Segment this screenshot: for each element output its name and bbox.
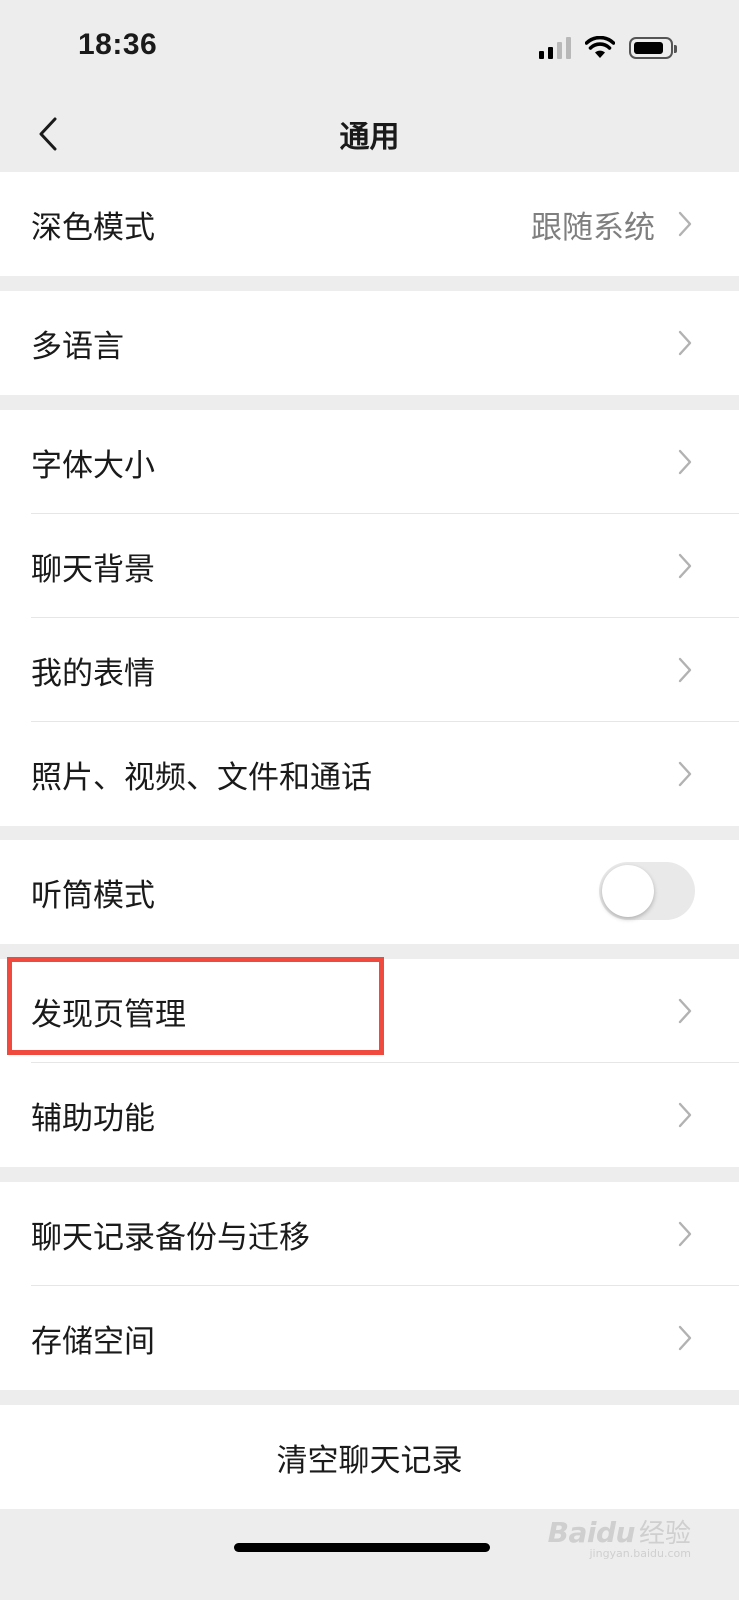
chevron-right-icon	[677, 210, 693, 238]
baidu-watermark: Baidu 经验 jingyan.baidu.com	[547, 1513, 691, 1560]
status-icons	[539, 36, 677, 60]
section-storage: 聊天记录备份与迁移 存储空间	[0, 1182, 739, 1390]
watermark-brand: Baidu	[547, 1516, 636, 1549]
chevron-right-icon	[677, 1220, 693, 1248]
row-label: 辅助功能	[31, 1100, 155, 1137]
toggle-knob	[602, 865, 654, 917]
row-label: 聊天背景	[31, 551, 155, 588]
chevron-right-icon	[677, 1324, 693, 1352]
settings-row-language[interactable]: 多语言	[0, 291, 739, 395]
settings-row-storage[interactable]: 存储空间	[0, 1286, 739, 1390]
nav-bar: 通用	[0, 96, 739, 172]
section-discover: 发现页管理 辅助功能	[0, 959, 739, 1167]
chevron-right-icon	[677, 760, 693, 788]
row-label: 聊天记录备份与迁移	[31, 1219, 310, 1256]
settings-row-discover-management[interactable]: 发现页管理	[0, 959, 739, 1063]
section-chat: 字体大小 聊天背景 我的表情 照片、视频、文件和通话	[0, 410, 739, 826]
page-title: 通用	[339, 120, 400, 155]
row-value: 跟随系统	[531, 209, 655, 246]
earpiece-mode-toggle[interactable]	[599, 862, 695, 920]
chevron-right-icon	[677, 997, 693, 1025]
settings-row-dark-mode[interactable]: 深色模式 跟随系统	[0, 172, 739, 276]
wifi-icon	[585, 36, 615, 58]
signal-icon	[539, 37, 571, 59]
chevron-right-icon	[677, 448, 693, 476]
row-label: 发现页管理	[31, 996, 186, 1033]
settings-row-accessibility[interactable]: 辅助功能	[0, 1063, 739, 1167]
watermark-url: jingyan.baidu.com	[589, 1547, 691, 1560]
section-display: 深色模式 跟随系统	[0, 172, 739, 276]
settings-row-earpiece-mode: 听筒模式	[0, 840, 739, 944]
section-language: 多语言	[0, 291, 739, 395]
chevron-right-icon	[677, 552, 693, 580]
settings-row-font-size[interactable]: 字体大小	[0, 410, 739, 514]
row-label: 深色模式	[31, 209, 155, 246]
battery-icon	[629, 37, 677, 59]
clear-chat-history-button[interactable]: 清空聊天记录	[0, 1405, 739, 1509]
settings-row-chat-backup[interactable]: 聊天记录备份与迁移	[0, 1182, 739, 1286]
row-label: 听筒模式	[31, 877, 155, 914]
chevron-right-icon	[677, 1101, 693, 1129]
settings-row-media-files[interactable]: 照片、视频、文件和通话	[0, 722, 739, 826]
chevron-right-icon	[677, 656, 693, 684]
row-label: 多语言	[31, 328, 124, 365]
section-earpiece: 听筒模式	[0, 840, 739, 944]
row-label: 存储空间	[31, 1323, 155, 1360]
status-bar: 18:36	[0, 0, 739, 96]
settings-row-my-stickers[interactable]: 我的表情	[0, 618, 739, 722]
home-indicator	[234, 1543, 490, 1552]
chevron-right-icon	[677, 329, 693, 357]
row-label: 字体大小	[31, 447, 155, 484]
watermark-suffix: 经验	[638, 1519, 691, 1549]
status-time: 18:36	[78, 28, 158, 61]
row-label: 照片、视频、文件和通话	[31, 759, 372, 796]
row-label: 我的表情	[31, 655, 155, 692]
settings-row-chat-background[interactable]: 聊天背景	[0, 514, 739, 618]
